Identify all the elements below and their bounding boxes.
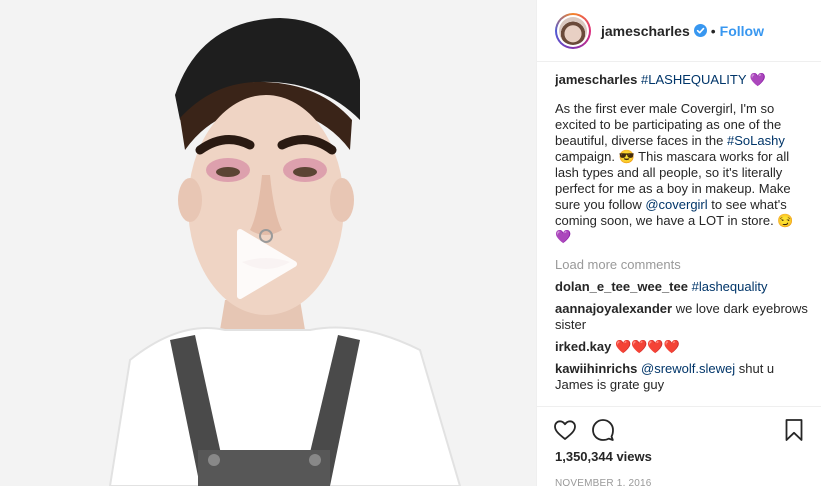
comment-username[interactable]: dolan_e_tee_wee_tee — [555, 279, 688, 294]
post-video[interactable] — [0, 0, 536, 486]
caption-username[interactable]: jamescharles — [555, 72, 637, 87]
comment-mention[interactable]: @srewolf.slewej — [641, 361, 735, 376]
play-icon[interactable] — [232, 226, 300, 302]
comments-list[interactable]: jamescharles #LASHEQUALITY 💜 As the firs… — [555, 72, 815, 406]
comment-username[interactable]: kawiihinrichs — [555, 361, 637, 376]
verified-badge-icon — [693, 24, 707, 37]
post-actions: 1,350,344 views NOVEMBER 1, 2016 — [537, 406, 821, 486]
post-date[interactable]: NOVEMBER 1, 2016 — [553, 478, 806, 486]
comment-hashtag[interactable]: #lashequality — [692, 279, 768, 294]
view-count: 1,350,344 views — [555, 449, 652, 464]
comment-text: ❤️❤️❤️❤️ — [615, 339, 680, 354]
post-sidebar: jamescharles • Follow jamescharles #LASH… — [536, 0, 821, 486]
comment-item: irked.kay ❤️❤️❤️❤️ — [555, 339, 815, 355]
caption-hashtag-2[interactable]: #SoLashy — [727, 133, 785, 148]
comment-icon[interactable] — [591, 418, 615, 442]
comment-item: aannajoyalexander we love dark eyebrows … — [555, 301, 815, 333]
caption-hashtag[interactable]: #LASHEQUALITY — [641, 72, 746, 87]
separator-dot: • — [710, 22, 716, 39]
caption-body: As the first ever male Covergirl, I'm so… — [555, 101, 815, 245]
caption-mention[interactable]: @covergirl — [645, 197, 707, 212]
heart-icon[interactable] — [553, 418, 577, 442]
caption-emoji: 💜 — [749, 72, 767, 87]
comment-item: kawiihinrichs @srewolf.slewej shut u Jam… — [555, 361, 815, 393]
avatar[interactable] — [555, 12, 591, 49]
bookmark-icon[interactable] — [782, 418, 806, 442]
caption-end-emoji: 💜 — [555, 229, 572, 244]
follow-button[interactable]: Follow — [720, 23, 764, 39]
header-username[interactable]: jamescharles — [601, 23, 690, 39]
comment-username[interactable]: aannajoyalexander — [555, 301, 672, 316]
load-more-comments-button[interactable]: Load more comments — [555, 257, 815, 273]
comment-item: dolan_e_tee_wee_tee #lashequality — [555, 279, 815, 295]
post-header: jamescharles • Follow — [537, 0, 821, 62]
comment-username[interactable]: irked.kay — [555, 339, 611, 354]
post-caption: jamescharles #LASHEQUALITY 💜 As the firs… — [555, 72, 815, 245]
